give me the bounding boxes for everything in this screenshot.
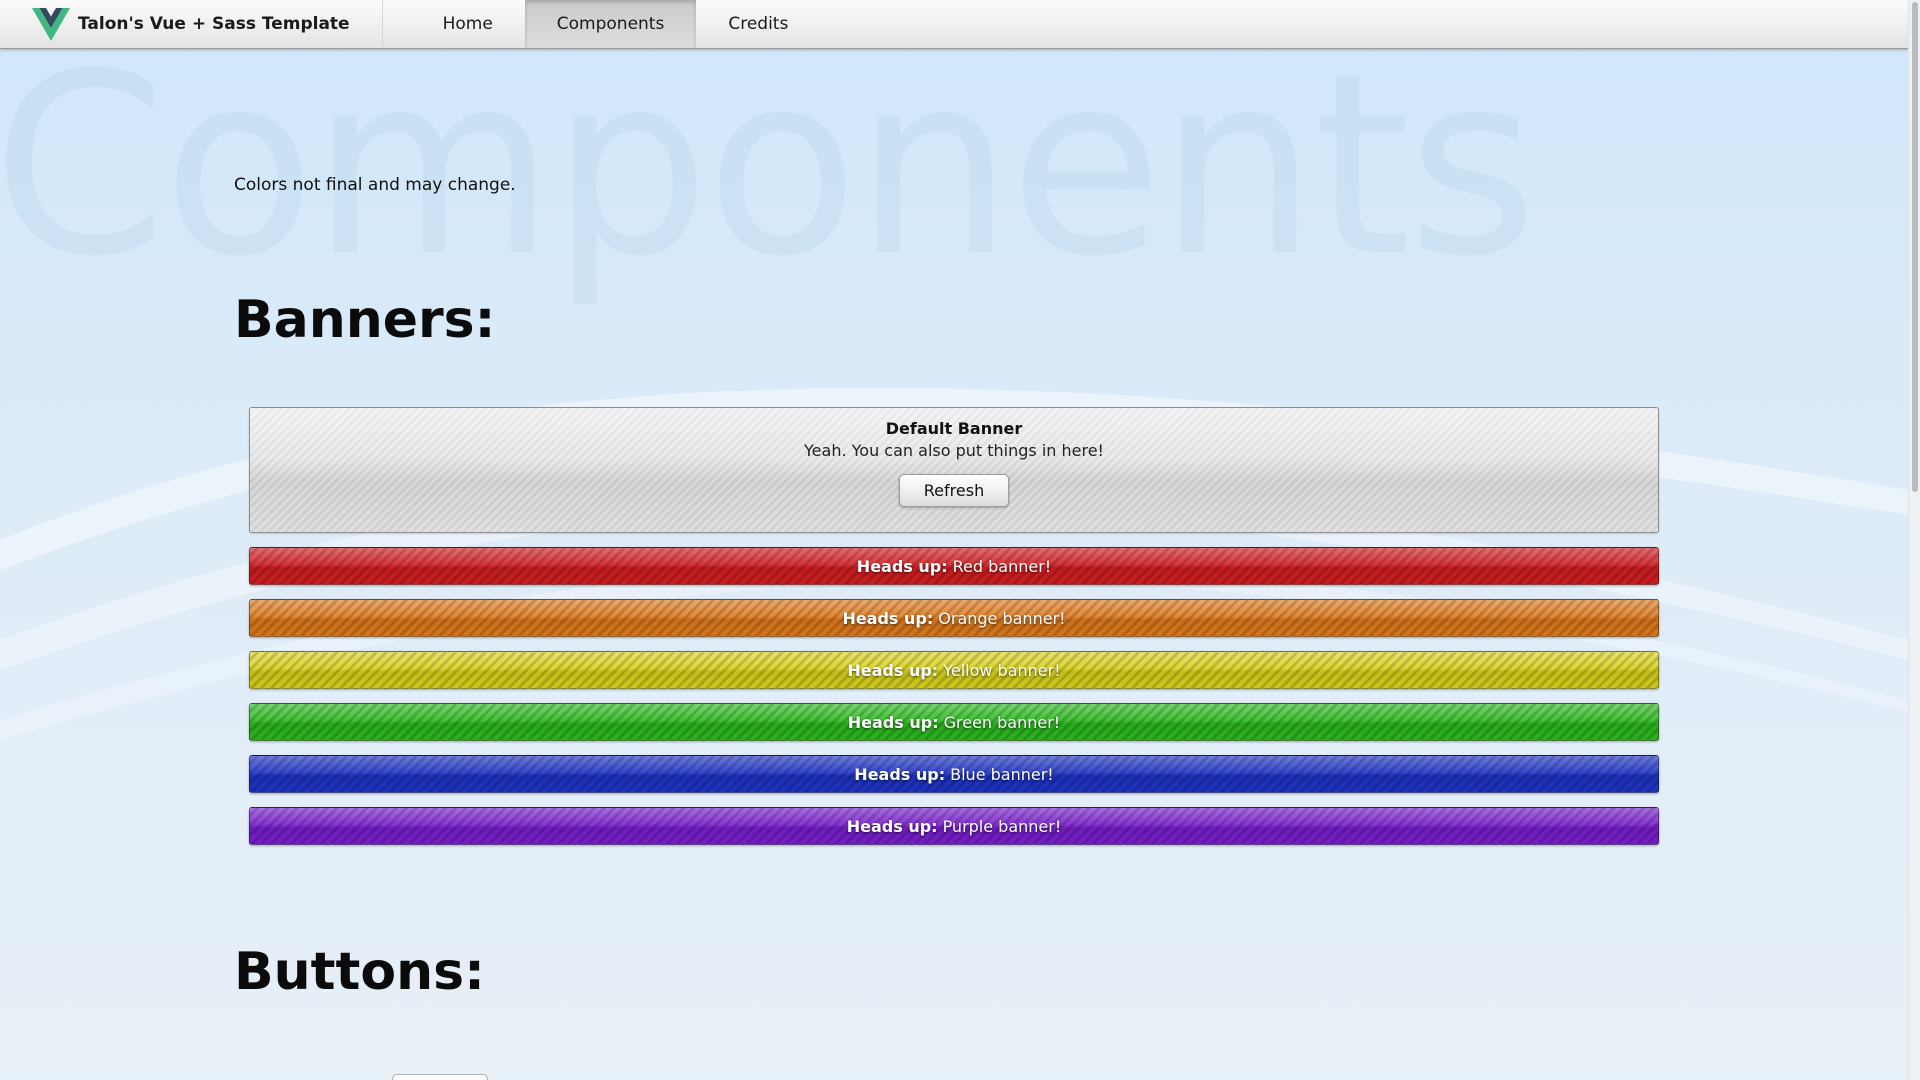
top-navbar: Talon's Vue + Sass Template Home Compone…: [0, 0, 1908, 49]
colors-note: Colors not final and may change.: [234, 175, 516, 195]
brand-title: Talon's Vue + Sass Template: [78, 14, 350, 34]
banners-list: Default Banner Yeah. You can also put th…: [249, 407, 1659, 845]
scrollbar-thumb[interactable]: [1912, 2, 1918, 492]
yellow-banner: Heads up: Yellow banner!: [249, 651, 1659, 689]
red-banner: Heads up: Red banner!: [249, 547, 1659, 585]
purple-banner: Heads up: Purple banner!: [249, 807, 1659, 845]
nav-link-credits[interactable]: Credits: [696, 0, 820, 48]
vue-logo-icon: [32, 7, 70, 41]
banner-message: Purple banner!: [942, 816, 1062, 836]
banner-prefix: Heads up:: [847, 712, 939, 732]
banner-prefix: Heads up:: [847, 660, 939, 680]
banners-heading: Banners:: [234, 290, 496, 350]
brand[interactable]: Talon's Vue + Sass Template: [0, 0, 383, 48]
banner-prefix: Heads up:: [846, 816, 938, 836]
banner-prefix: Heads up:: [854, 764, 946, 784]
green-banner: Heads up: Green banner!: [249, 703, 1659, 741]
nav-link-components[interactable]: Components: [524, 0, 697, 48]
banner-prefix: Heads up:: [842, 608, 934, 628]
banner-message: Yellow banner!: [943, 660, 1061, 680]
refresh-button[interactable]: Refresh: [898, 474, 1010, 507]
banner-message: Red banner!: [952, 556, 1052, 576]
default-banner: Default Banner Yeah. You can also put th…: [249, 407, 1659, 533]
nav-links: Home Components Credits: [411, 0, 821, 48]
banner-prefix: Heads up:: [856, 556, 948, 576]
blue-banner: Heads up: Blue banner!: [249, 755, 1659, 793]
default-banner-text: Yeah. You can also put things in here!: [804, 441, 1104, 460]
page-scrollbar[interactable]: [1908, 0, 1920, 1080]
buttons-heading: Buttons:: [234, 942, 485, 1002]
default-banner-title: Default Banner: [885, 419, 1023, 438]
partial-button[interactable]: [392, 1074, 488, 1080]
orange-banner: Heads up: Orange banner!: [249, 599, 1659, 637]
banner-message: Green banner!: [943, 712, 1061, 732]
page-watermark: Components: [0, 20, 1538, 311]
nav-link-home[interactable]: Home: [411, 0, 525, 48]
banner-message: Blue banner!: [950, 764, 1054, 784]
banner-message: Orange banner!: [938, 608, 1066, 628]
